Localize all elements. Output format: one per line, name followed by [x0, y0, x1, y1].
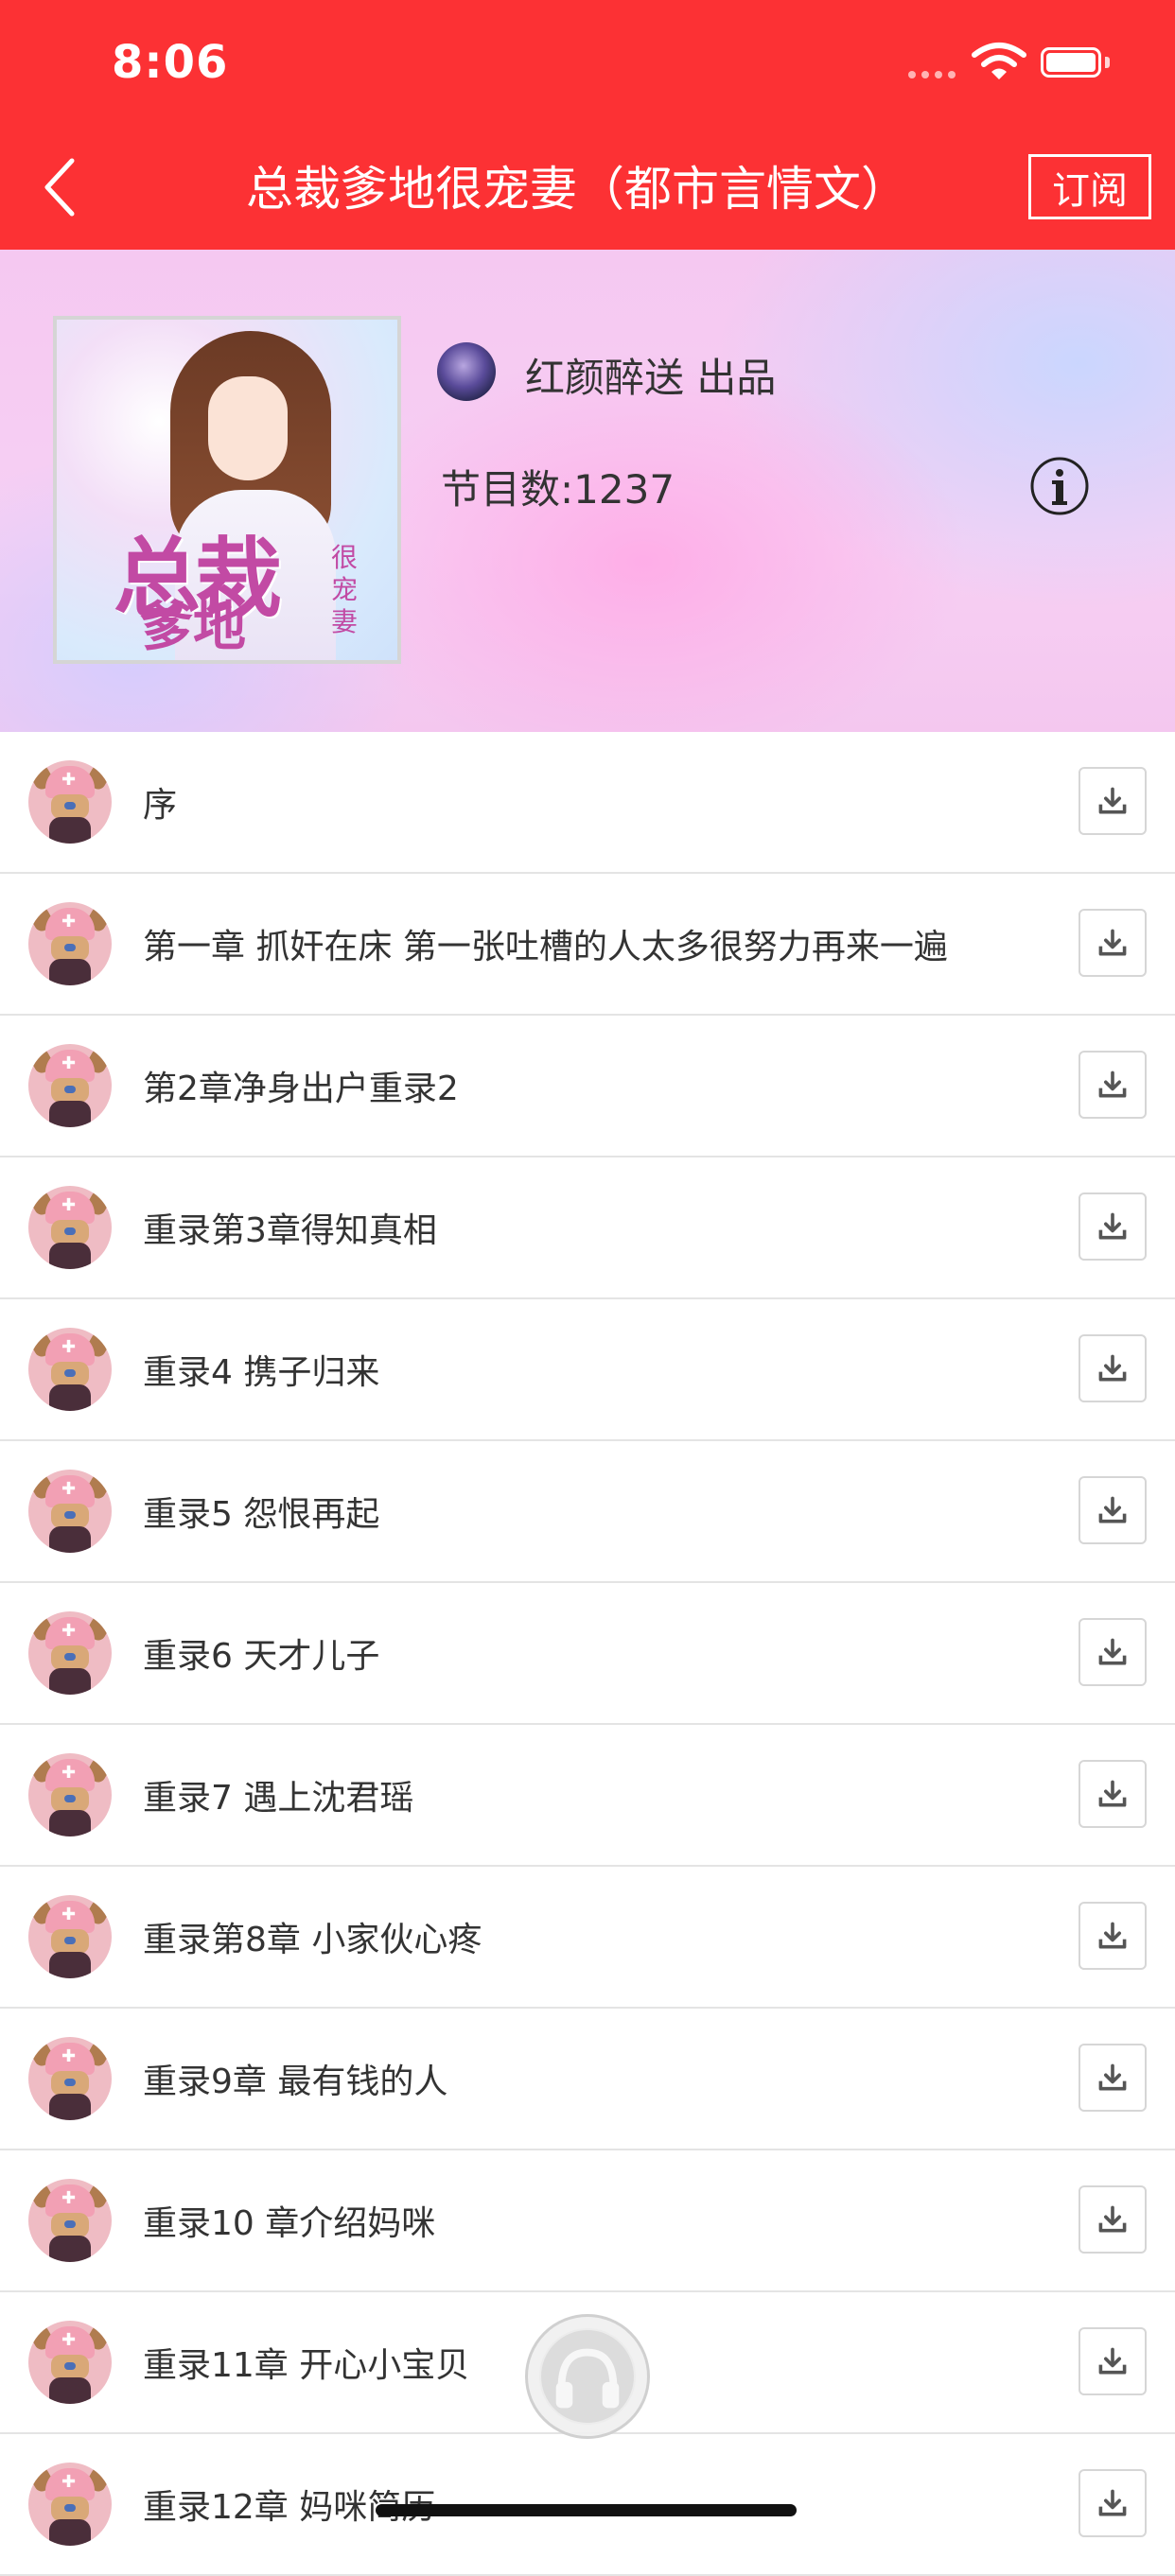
episode-title: 重录5 怨恨再起 — [143, 1495, 380, 1534]
episode-avatar — [28, 1044, 112, 1127]
download-button[interactable] — [1079, 2044, 1147, 2112]
download-button[interactable] — [1079, 1902, 1147, 1970]
info-button[interactable] — [1029, 456, 1090, 516]
episode-avatar — [28, 2463, 112, 2546]
episode-title: 重录11章 开心小宝贝 — [143, 2346, 470, 2385]
episode-row[interactable]: 重录第3章得知真相 — [0, 1157, 1175, 1299]
episode-title: 重录9章 最有钱的人 — [143, 2063, 448, 2101]
episode-avatar — [28, 1470, 112, 1553]
battery-tip — [1105, 57, 1110, 68]
download-icon — [1098, 1922, 1127, 1949]
episode-row[interactable]: 重录5 怨恨再起 — [0, 1441, 1175, 1583]
headphones-icon — [539, 2328, 636, 2425]
back-button[interactable] — [38, 149, 83, 225]
episode-avatar — [28, 2321, 112, 2404]
episode-title: 第一章 抓奸在床 第一张吐槽的人太多很努力再来一遍 — [143, 928, 948, 966]
episode-avatar — [28, 1611, 112, 1695]
episode-row[interactable]: 重录4 携子归来 — [0, 1299, 1175, 1441]
episode-avatar — [28, 2179, 112, 2262]
battery-icon — [1041, 47, 1101, 78]
episode-title: 重录4 携子归来 — [143, 1353, 380, 1392]
download-icon — [1098, 787, 1127, 814]
episode-title: 重录6 天才儿子 — [143, 1637, 380, 1676]
cellular-signal-icon — [908, 71, 956, 78]
episode-list: 序 第一章 抓奸在床 第一张吐槽的人太多很努力再来一遍 第2章净身出户重录2 — [0, 732, 1175, 2576]
album-cover: 总裁 爹地 很宠妻 — [53, 316, 401, 664]
download-button[interactable] — [1079, 2327, 1147, 2395]
episode-title: 重录第8章 小家伙心疼 — [143, 1921, 482, 1959]
episode-row[interactable]: 重录7 遇上沈君瑶 — [0, 1725, 1175, 1867]
episode-title: 序 — [143, 786, 178, 825]
download-button[interactable] — [1079, 909, 1147, 977]
download-button[interactable] — [1079, 2469, 1147, 2537]
episode-row[interactable]: 重录6 天才儿子 — [0, 1583, 1175, 1725]
subscribe-button[interactable]: 订阅 — [1028, 154, 1151, 219]
wifi-icon — [972, 43, 1026, 79]
download-icon — [1098, 1212, 1127, 1240]
episode-row[interactable]: 重录第8章 小家伙心疼 — [0, 1867, 1175, 2009]
episode-avatar — [28, 760, 112, 844]
cover-subtitle-text: 爹地 — [140, 596, 246, 658]
download-button[interactable] — [1079, 1618, 1147, 1686]
download-button[interactable] — [1079, 1051, 1147, 1119]
episode-avatar — [28, 1186, 112, 1269]
top-bar: 8:06 总裁爹地很宠妻（都市言情文） 订阅 — [0, 0, 1175, 250]
player-button[interactable] — [525, 2314, 650, 2439]
episode-title: 重录7 遇上沈君瑶 — [143, 1779, 414, 1818]
home-indicator — [376, 2504, 797, 2516]
download-icon — [1098, 929, 1127, 956]
cover-side-text: 很宠妻 — [331, 542, 359, 637]
episode-avatar — [28, 1753, 112, 1836]
download-icon — [1098, 1780, 1127, 1807]
episode-avatar — [28, 1895, 112, 1978]
download-icon — [1098, 2063, 1127, 2091]
episode-title: 第2章净身出户重录2 — [143, 1070, 459, 1108]
episode-avatar — [28, 1328, 112, 1411]
download-icon — [1098, 1070, 1127, 1098]
album-header: 总裁 爹地 很宠妻 红颜醉送 出品 节目数:1237 — [0, 250, 1175, 732]
status-time: 8:06 — [112, 36, 229, 89]
download-button[interactable] — [1079, 1476, 1147, 1544]
download-icon — [1098, 2347, 1127, 2375]
download-icon — [1098, 2205, 1127, 2233]
download-button[interactable] — [1079, 767, 1147, 835]
download-icon — [1098, 1354, 1127, 1382]
download-icon — [1098, 1638, 1127, 1665]
episode-row[interactable]: 重录9章 最有钱的人 — [0, 2009, 1175, 2150]
episode-avatar — [28, 2037, 112, 2120]
episode-row[interactable]: 第一章 抓奸在床 第一张吐槽的人太多很努力再来一遍 — [0, 874, 1175, 1016]
download-button[interactable] — [1079, 2185, 1147, 2254]
episode-row[interactable]: 序 — [0, 732, 1175, 874]
episode-count: 节目数:1237 — [441, 466, 675, 513]
download-icon — [1098, 2489, 1127, 2516]
download-button[interactable] — [1079, 1760, 1147, 1828]
episode-row[interactable]: 第2章净身出户重录2 — [0, 1016, 1175, 1157]
page-title: 总裁爹地很宠妻（都市言情文） — [246, 162, 908, 217]
episode-title: 重录10 章介绍妈咪 — [143, 2204, 436, 2243]
episode-avatar — [28, 902, 112, 985]
episode-title: 重录第3章得知真相 — [143, 1211, 437, 1250]
episode-row[interactable]: 重录10 章介绍妈咪 — [0, 2150, 1175, 2292]
download-button[interactable] — [1079, 1334, 1147, 1402]
publisher-avatar[interactable] — [437, 342, 496, 401]
download-icon — [1098, 1496, 1127, 1523]
download-button[interactable] — [1079, 1192, 1147, 1261]
publisher-name[interactable]: 红颜醉送 出品 — [525, 346, 776, 404]
